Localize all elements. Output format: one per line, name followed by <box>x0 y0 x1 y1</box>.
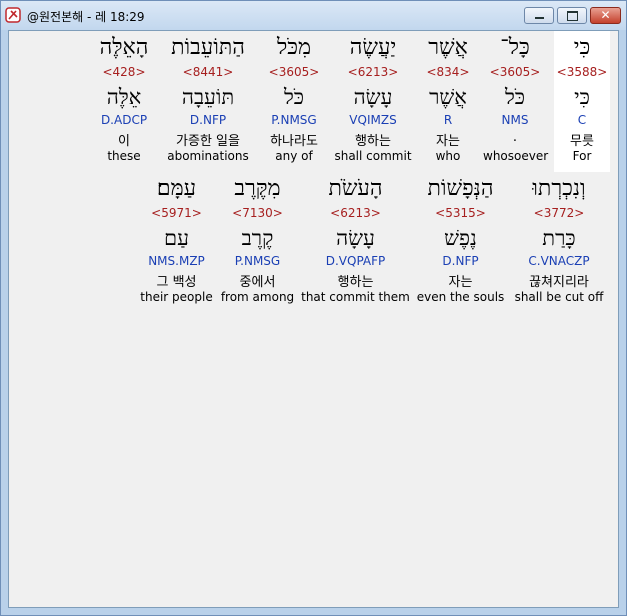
strong-number: <3605> <box>489 65 541 79</box>
word-column[interactable]: אֲשֶׁר <834> אֲשֶׁר R 자는 who <box>414 31 482 172</box>
korean-gloss: 자는 <box>448 275 473 290</box>
parsing-code: NMS.MZP <box>148 254 205 268</box>
word-column[interactable]: עַמָּם׃ <5971> עַם NMS.MZP 그 백성 their people <box>137 172 216 312</box>
lemma: עָשָׂה <box>336 226 375 250</box>
word-column[interactable]: וְנִכְרְתוּ <3772> כָּרַת C.VNACZP 끊쳐지리라 shal… <box>509 172 609 312</box>
english-gloss: any of <box>275 149 313 163</box>
english-gloss: abominations <box>167 149 249 163</box>
english-gloss: from among <box>220 290 295 304</box>
word-column[interactable]: מִכֹּל <3605> כֹּל P.NMSG 하나라도 any of <box>256 31 332 172</box>
strong-number: <6213> <box>330 206 381 220</box>
hebrew-word: מִקֶּרֶב <box>234 176 281 201</box>
word-column[interactable]: הַתּוֹעֵבוֹת <8441> תּוֹעֵבָה D.NFP 가증한 일을 ab… <box>160 31 256 172</box>
korean-gloss: 하나라도 <box>270 134 318 149</box>
english-gloss: shall commit <box>334 149 412 163</box>
korean-gloss: 무릇 <box>570 134 594 149</box>
lemma: כִּי <box>574 85 590 109</box>
korean-gloss: 행하는 <box>355 134 391 149</box>
hebrew-word: הַנְּפָשׁוֹת <box>427 176 494 201</box>
strong-number: <834> <box>426 65 470 79</box>
hebrew-word: עַמָּם׃ <box>156 176 197 201</box>
lemma: עָשָׂה <box>353 85 393 109</box>
english-gloss: their people <box>140 290 213 304</box>
strong-number: <428> <box>102 65 146 79</box>
english-gloss: For <box>572 149 592 163</box>
korean-gloss: 이 <box>118 134 130 149</box>
english-gloss: who <box>435 149 461 163</box>
english-gloss: even the souls <box>416 290 505 304</box>
hebrew-word: אֲשֶׁר <box>428 35 468 60</box>
parsing-code: R <box>443 113 453 127</box>
lemma: תּוֹעֵבָה <box>181 85 235 109</box>
window-title: @원전본해 - 레 18:29 <box>27 10 145 24</box>
strong-number: <7130> <box>232 206 283 220</box>
word-column[interactable]: הָעֹשֹׂת <6213> עָשָׂה D.VQPAFP 행하는 that comm… <box>299 172 412 312</box>
lemma: אֲשֶׁר <box>429 85 467 109</box>
close-button[interactable]: ✕ <box>590 7 621 24</box>
word-column[interactable]: יַעֲשֶׂה <6213> עָשָׂה VQIMZS 행하는 shall commi… <box>332 31 414 172</box>
hebrew-word: הָאֵלֶּה <box>99 35 149 60</box>
word-column[interactable]: כָּל־ <3605> כֹּל NMS. whosoever <box>483 31 549 172</box>
interlinear-view: כִּי <3588> כִּי C 무릇 For כָּל־ <3605> כֹּל NMS. w… <box>8 30 619 608</box>
parsing-code: C <box>577 113 587 127</box>
parsing-code: NMS <box>501 113 529 127</box>
lemma: כֹּל <box>283 85 305 109</box>
lemma: כֹּל <box>504 85 526 109</box>
english-gloss: whosoever <box>483 149 549 163</box>
hebrew-word: הָעֹשֹׂת <box>328 176 383 201</box>
word-column[interactable]: מִקֶּרֶב <7130> קֶרֶב P.NMSG 중에서 from among <box>216 172 299 312</box>
lemma: נֶפֶשׁ <box>444 226 477 250</box>
korean-gloss: 중에서 <box>239 275 276 290</box>
parsing-code: D.ADCP <box>100 113 148 127</box>
minimize-button[interactable] <box>524 7 554 24</box>
parsing-code: D.NFP <box>442 254 479 268</box>
strong-number: <3588> <box>556 65 608 79</box>
lemma: כָּרַת <box>542 226 576 250</box>
lemma: קֶרֶב <box>241 226 274 250</box>
word-column[interactable]: כִּי <3588> כִּי C 무릇 For <box>554 31 610 172</box>
hebrew-word: כִּי <box>573 35 591 60</box>
lemma: עַם <box>164 226 189 250</box>
lemma: אֵלֶּה <box>106 85 142 109</box>
application-window: @원전본해 - 레 18:29 ✕ כִּי <3588> כִּי C 무릇 For כָ… <box>0 0 627 616</box>
minimize-icon <box>535 17 544 19</box>
parsing-code: D.VQPAFP <box>325 254 386 268</box>
app-icon <box>5 7 21 23</box>
korean-gloss: . <box>512 130 518 145</box>
verse-row-2: וְנִכְרְתוּ <3772> כָּרַת C.VNACZP 끊쳐지리라 shal… <box>9 172 618 312</box>
english-gloss: that commit them <box>301 290 410 304</box>
parsing-code: D.NFP <box>189 113 227 127</box>
close-icon: ✕ <box>600 8 611 22</box>
parsing-code: VQIMZS <box>349 113 397 127</box>
korean-gloss: 행하는 <box>337 275 374 290</box>
hebrew-word: כָּל־ <box>500 35 530 60</box>
hebrew-word: וְנִכְרְתוּ <box>532 176 586 201</box>
korean-gloss: 끊쳐지리라 <box>529 275 589 290</box>
hebrew-word: הַתּוֹעֵבוֹת <box>171 35 245 60</box>
word-column[interactable]: הָאֵלֶּה <428> אֵלֶּה D.ADCP 이 these <box>89 31 159 172</box>
strong-number: <5315> <box>435 206 486 220</box>
english-gloss: shall be cut off <box>514 290 604 304</box>
maximize-button[interactable] <box>557 7 587 24</box>
strong-number: <3605> <box>268 65 320 79</box>
strong-number: <3772> <box>533 206 585 220</box>
verse-row-1: כִּי <3588> כִּי C 무릇 For כָּל־ <3605> כֹּל NMS. w… <box>9 31 618 172</box>
parsing-code: P.NMSG <box>271 113 317 127</box>
hebrew-word: מִכֹּל <box>276 35 312 60</box>
parsing-code: P.NMSG <box>234 254 281 268</box>
korean-gloss: 가증한 일을 <box>176 134 240 149</box>
maximize-icon <box>567 11 578 21</box>
english-gloss: these <box>107 149 141 163</box>
hebrew-word: יַעֲשֶׂה <box>349 35 397 60</box>
strong-number: <8441> <box>182 65 234 79</box>
strong-number: <6213> <box>347 65 399 79</box>
parsing-code: C.VNACZP <box>528 254 590 268</box>
korean-gloss: 자는 <box>436 134 460 149</box>
title-bar[interactable]: @원전본해 - 레 18:29 ✕ <box>1 1 626 30</box>
korean-gloss: 그 백성 <box>156 275 197 290</box>
word-column[interactable]: הַנְּפָשׁוֹת <5315> נֶפֶשׁ D.NFP 자는 even the … <box>412 172 509 312</box>
strong-number: <5971> <box>151 206 202 220</box>
